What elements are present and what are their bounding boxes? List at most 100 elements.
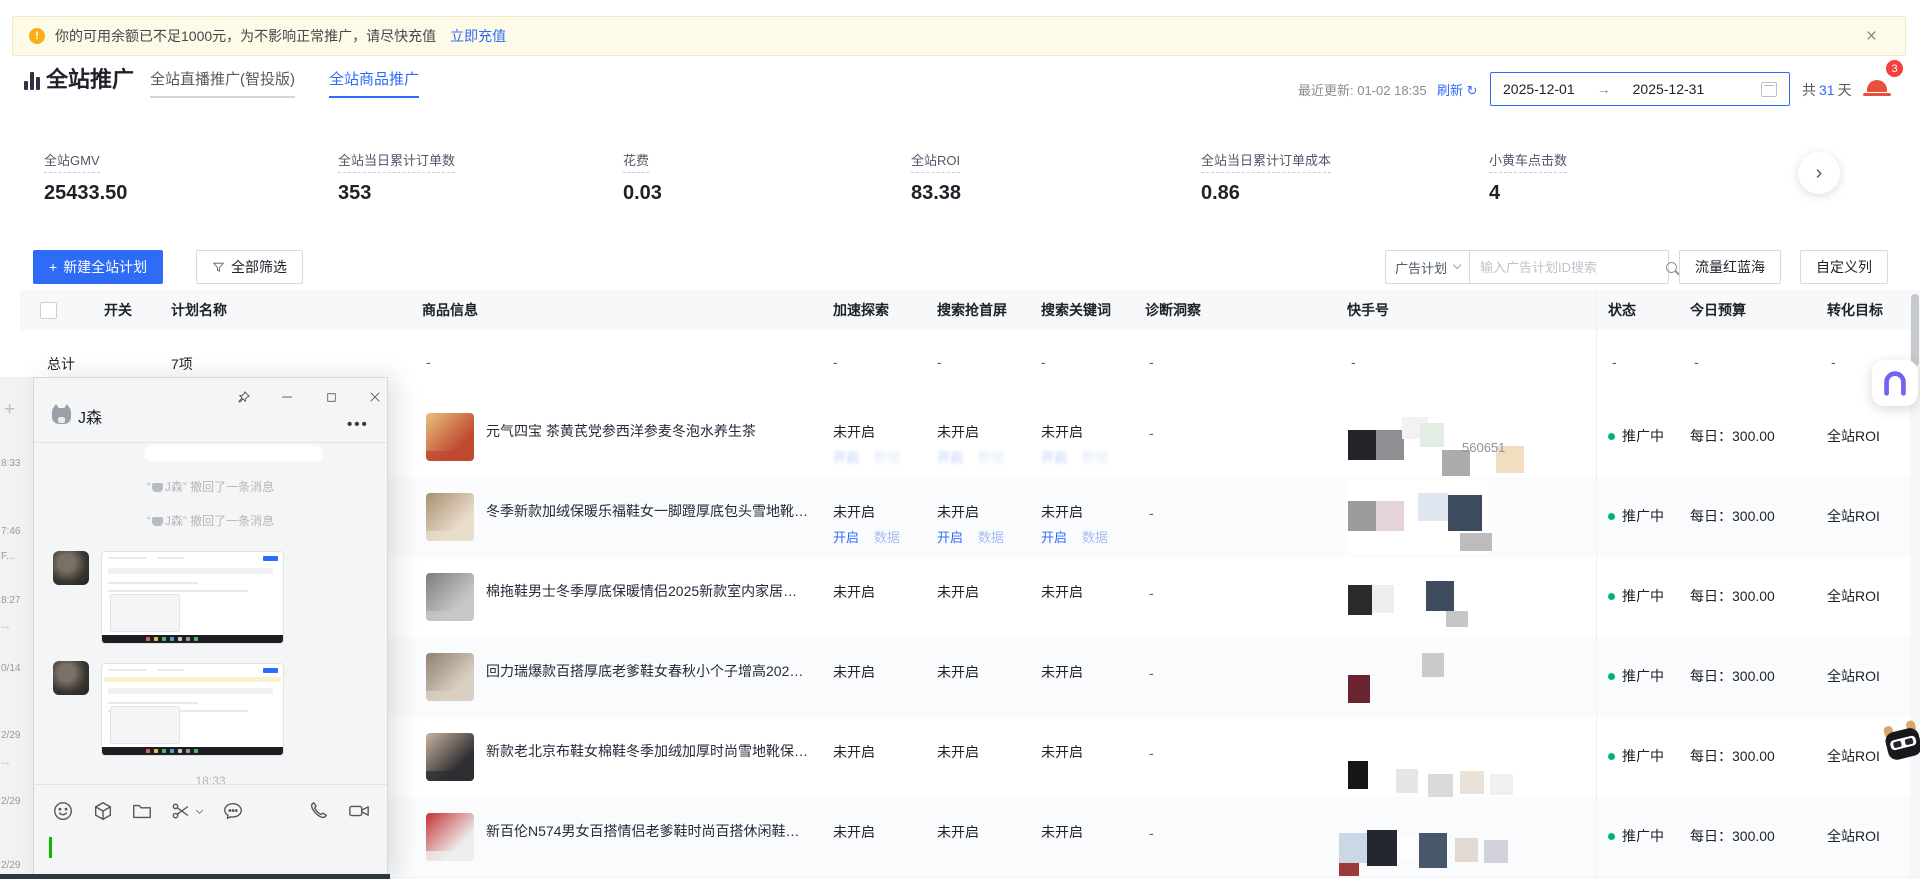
open-link[interactable]: 开启 [833, 450, 859, 465]
open-link[interactable]: 开启 [937, 530, 963, 545]
product-thumbnail[interactable] [426, 413, 474, 461]
feature-status: 未开启 [833, 582, 875, 602]
target-cell: 全站ROI [1827, 826, 1880, 846]
close-icon[interactable] [362, 386, 388, 408]
vertical-scrollbar-thumb[interactable] [1911, 294, 1919, 366]
budget-cell[interactable]: 每日：300.00 [1690, 666, 1775, 686]
chat-history-icon[interactable] [220, 798, 246, 824]
maximize-icon[interactable] [318, 386, 344, 408]
chat-window: J森 ••• “J森” 撤回了一条消息 “J森” 撤回了一条消息 18:33 [33, 377, 388, 879]
feature-links: 开启数据 [1041, 447, 1108, 466]
open-link[interactable]: 开启 [937, 450, 963, 465]
chat-list-time: F... [1, 551, 14, 562]
window-bottom-edge [0, 874, 390, 879]
budget-cell[interactable]: 每日：300.00 [1690, 506, 1775, 526]
product-thumbnail[interactable] [426, 733, 474, 781]
censor-mosaic-block [1348, 761, 1368, 789]
banner-text: 你的可用余额已不足1000元，为不影响正常推广，请尽快充值 [55, 26, 436, 46]
sticker-box-icon[interactable] [90, 798, 116, 824]
chat-toolbar-divider [34, 784, 387, 785]
screenshot-scissors-icon[interactable] [168, 798, 194, 824]
product-thumbnail[interactable] [426, 573, 474, 621]
censor-mosaic-block [1422, 653, 1444, 677]
message-image-screenshot[interactable] [101, 663, 284, 756]
chat-list-time: 8:33 [1, 458, 20, 469]
data-link[interactable]: 数据 [978, 450, 1004, 465]
diagnosis-cell: - [1149, 665, 1154, 681]
product-thumbnail[interactable] [426, 653, 474, 701]
data-link[interactable]: 数据 [874, 530, 900, 545]
diagnosis-cell: - [1149, 825, 1154, 841]
message-avatar[interactable] [53, 551, 89, 585]
data-link[interactable]: 数据 [1082, 450, 1108, 465]
chat-title-divider [34, 442, 387, 443]
data-link[interactable]: 数据 [1082, 530, 1108, 545]
recharge-link[interactable]: 立即充值 [450, 26, 506, 46]
censor-mosaic-block [1448, 495, 1482, 531]
file-folder-icon[interactable] [129, 798, 155, 824]
status-text: 推广中 [1622, 826, 1664, 846]
chat-list-plus-icon[interactable]: + [4, 399, 15, 421]
censor-mosaic-block [1460, 533, 1492, 551]
censor-mosaic-block [1490, 774, 1513, 795]
target-cell: 全站ROI [1827, 666, 1880, 686]
censor-mosaic-block [1348, 501, 1376, 531]
censor-mosaic-block [1376, 430, 1404, 460]
budget-cell[interactable]: 每日：300.00 [1690, 586, 1775, 606]
open-link[interactable]: 开启 [1041, 530, 1067, 545]
product-name[interactable]: 元气四宝 茶黄芪党参西洋参麦冬泡水养生茶 [486, 421, 808, 441]
feature-status: 未开启 [937, 582, 979, 602]
feature-links: 开启数据 [937, 447, 1004, 466]
censor-mosaic-block [1446, 611, 1468, 627]
budget-cell[interactable]: 每日：300.00 [1690, 826, 1775, 846]
ai-assistant-button[interactable] [1872, 360, 1918, 406]
message-avatar[interactable] [53, 661, 89, 695]
status-text: 推广中 [1622, 746, 1664, 766]
diagnosis-cell: - [1149, 425, 1154, 441]
product-name[interactable]: 冬季新款加绒保暖乐福鞋女一脚蹬厚底包头雪地靴… [486, 501, 808, 521]
product-name[interactable]: 新百伦N574男女百搭情侣老爹鞋时尚百搭休闲鞋… [486, 821, 808, 841]
censor-mosaic-block [1426, 581, 1454, 611]
open-link[interactable]: 开启 [833, 530, 859, 545]
product-name[interactable]: 棉拖鞋男士冬季厚底保暖情侣2025新款室内家居… [486, 581, 808, 601]
wolf-mini-icon [152, 483, 163, 492]
target-cell: 全站ROI [1827, 586, 1880, 606]
feature-links: 开启数据 [1041, 527, 1108, 546]
scissors-chevron-icon[interactable] [192, 798, 206, 824]
budget-cell[interactable]: 每日：300.00 [1690, 746, 1775, 766]
feature-status: 未开启 [833, 422, 875, 442]
balance-warning-banner: ! 你的可用余额已不足1000元，为不影响正常推广，请尽快充值 立即充值 × [12, 16, 1906, 56]
chat-list-time: ... [1, 756, 9, 767]
message-image-screenshot[interactable] [101, 551, 284, 644]
ai-robot-icon [1880, 368, 1910, 398]
censor-mosaic-block [1418, 493, 1448, 521]
product-thumbnail[interactable] [426, 813, 474, 861]
pin-icon[interactable] [230, 386, 256, 408]
diagnosis-cell: - [1149, 745, 1154, 761]
emoji-icon[interactable] [50, 798, 76, 824]
product-name[interactable]: 回力瑞爆款百搭厚底老爹鞋女春秋小个子增高202… [486, 661, 808, 681]
feature-status: 未开启 [833, 662, 875, 682]
open-link[interactable]: 开启 [1041, 450, 1067, 465]
chat-more-button[interactable]: ••• [347, 416, 369, 433]
censor-mosaic-block [1419, 833, 1447, 868]
wolf-mini-icon [152, 517, 163, 526]
product-name[interactable]: 新款老北京布鞋女棉鞋冬季加绒加厚时尚雪地靴保… [486, 741, 808, 761]
feature-status: 未开启 [937, 502, 979, 522]
product-thumbnail[interactable] [426, 493, 474, 541]
feature-status: 未开启 [937, 822, 979, 842]
chat-list-time: 2/29 [1, 860, 20, 871]
chat-list-edge: + 8:337:46F...8:27...0/142/29...2/292/29 [0, 377, 34, 879]
minimize-icon[interactable] [274, 386, 300, 408]
banner-close-icon[interactable]: × [1866, 27, 1877, 46]
chat-input-caret[interactable] [49, 837, 52, 858]
alarm-badge: 3 [1884, 58, 1905, 79]
data-link[interactable]: 数据 [874, 450, 900, 465]
feature-links: 开启数据 [833, 527, 900, 546]
status-dot-icon [1608, 753, 1615, 760]
video-call-icon[interactable] [346, 798, 372, 824]
data-link[interactable]: 数据 [978, 530, 1004, 545]
budget-cell[interactable]: 每日：300.00 [1690, 426, 1775, 446]
voice-call-icon[interactable] [306, 798, 332, 824]
target-cell: 全站ROI [1827, 426, 1880, 446]
